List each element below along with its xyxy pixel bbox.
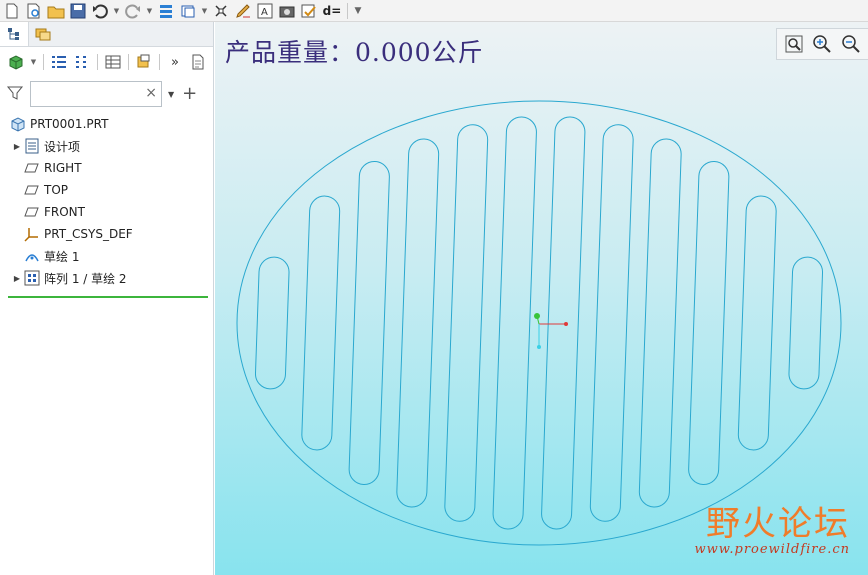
datum-plane-icon	[24, 160, 40, 176]
d-equals-icon[interactable]: d=	[321, 1, 343, 21]
annotation-icon[interactable]: A	[255, 1, 275, 21]
new-icon[interactable]	[2, 1, 22, 21]
box-dropdown-icon[interactable]: ▼	[29, 52, 38, 72]
slot-7[interactable]	[541, 116, 586, 530]
svg-text:A: A	[261, 7, 268, 18]
model-tree: PRT0001.PRT ▶ 设计项 RIGHT TOP FRONT PRT_CS…	[0, 111, 213, 289]
tree-item-label: TOP	[44, 183, 69, 197]
datum-plane-icon	[24, 182, 40, 198]
slot-2[interactable]	[301, 195, 341, 451]
open-icon[interactable]	[24, 1, 44, 21]
tree-item-label: 阵列 1 / 草绘 2	[44, 271, 127, 286]
table-icon[interactable]	[103, 52, 123, 72]
window-dropdown-icon[interactable]: ▼	[200, 1, 209, 21]
save-icon[interactable]	[68, 1, 88, 21]
slot-3[interactable]	[348, 160, 390, 486]
tools-separator	[128, 54, 129, 70]
watermark-title: 野火论坛	[706, 504, 850, 544]
toolbar-separator	[347, 2, 348, 19]
expand-more-icon[interactable]: »	[165, 52, 185, 72]
clear-icon[interactable]: ×	[145, 85, 157, 101]
tree-item-label: 设计项	[44, 139, 81, 154]
close-window-icon[interactable]	[211, 1, 231, 21]
csys-icon	[24, 226, 40, 242]
slot-5[interactable]	[444, 124, 489, 522]
search-dropdown-icon[interactable]: ▼	[168, 90, 174, 99]
redo-icon[interactable]	[123, 1, 143, 21]
tree-item-sketch-1[interactable]: 草绘 1	[0, 245, 213, 267]
tree-item-part[interactable]: PRT0001.PRT	[0, 113, 213, 135]
screenshot-icon[interactable]	[277, 1, 297, 21]
filter-row: × ▼ +	[0, 77, 213, 111]
tab-model-tree[interactable]	[0, 22, 29, 46]
design-items-icon	[24, 138, 40, 154]
model-tree-panel: ▼ » × ▼ + PRT0001.PRT ▶ 设计项 RIGHT TOP FR…	[0, 22, 214, 575]
search-input[interactable]	[31, 82, 149, 106]
csys-marker	[534, 313, 568, 349]
regenerate-icon[interactable]	[156, 1, 176, 21]
sketch-geometry[interactable]	[215, 22, 868, 575]
slot-9[interactable]	[638, 138, 682, 508]
filter-icon[interactable]	[6, 84, 24, 105]
layers-icon[interactable]	[134, 52, 154, 72]
slot-10[interactable]	[688, 160, 730, 486]
verify-icon[interactable]	[299, 1, 319, 21]
tree-item-top[interactable]: TOP	[0, 179, 213, 201]
tools-separator	[159, 54, 160, 70]
tree-item-right[interactable]: RIGHT	[0, 157, 213, 179]
tree-item-label: RIGHT	[44, 161, 82, 175]
undo-dropdown-icon[interactable]: ▼	[112, 1, 121, 21]
expand-icon[interactable]: ▶	[12, 142, 22, 151]
3d-box-icon[interactable]	[6, 52, 26, 72]
settings-page-icon[interactable]	[188, 52, 208, 72]
tools-separator	[43, 54, 44, 70]
tree-item-label: PRT_CSYS_DEF	[44, 227, 133, 241]
expand-icon[interactable]: ▶	[12, 274, 22, 283]
tree-item-front[interactable]: FRONT	[0, 201, 213, 223]
more-icon[interactable]: ▼	[352, 1, 364, 21]
tree-item-pattern-1[interactable]: ▶ 阵列 1 / 草绘 2	[0, 267, 213, 289]
add-icon[interactable]: +	[182, 85, 197, 103]
folder-icon[interactable]	[46, 1, 66, 21]
tree-tools: ▼ »	[0, 47, 213, 77]
graphics-viewport[interactable]: 产品重量：0.000公斤 野火论坛 www.proewildfire.cn	[215, 22, 868, 575]
tab-folder-browser[interactable]	[29, 22, 57, 46]
tree-list-icon[interactable]	[49, 52, 69, 72]
slot-4[interactable]	[396, 138, 440, 508]
edit-icon[interactable]	[233, 1, 253, 21]
slot-8[interactable]	[589, 124, 634, 522]
slot-6[interactable]	[492, 116, 537, 530]
search-box: ×	[30, 81, 162, 107]
quick-access-toolbar: ▼ ▼ ▼ A d= ▼	[0, 0, 868, 22]
part-icon	[10, 116, 26, 132]
redo-dropdown-icon[interactable]: ▼	[145, 1, 154, 21]
undo-icon[interactable]	[90, 1, 110, 21]
watermark-url: www.proewildfire.cn	[694, 542, 850, 557]
window-icon[interactable]	[178, 1, 198, 21]
insert-here-marker[interactable]	[8, 296, 208, 298]
tree-item-label: FRONT	[44, 205, 85, 219]
slot-1[interactable]	[254, 256, 290, 390]
datum-plane-icon	[24, 204, 40, 220]
sidebar-tabs	[0, 22, 213, 47]
tools-separator	[97, 54, 98, 70]
slot-12[interactable]	[788, 256, 824, 390]
tree-item-csys[interactable]: PRT_CSYS_DEF	[0, 223, 213, 245]
tree-item-label: PRT0001.PRT	[30, 117, 109, 131]
tree-item-label: 草绘 1	[44, 249, 80, 264]
slot-11[interactable]	[737, 195, 777, 451]
sketch-icon	[24, 248, 40, 264]
tree-item-design-items[interactable]: ▶ 设计项	[0, 135, 213, 157]
forum-watermark: 野火论坛 www.proewildfire.cn	[695, 506, 850, 557]
tree-columns-icon[interactable]	[72, 52, 92, 72]
pattern-icon	[24, 270, 40, 286]
